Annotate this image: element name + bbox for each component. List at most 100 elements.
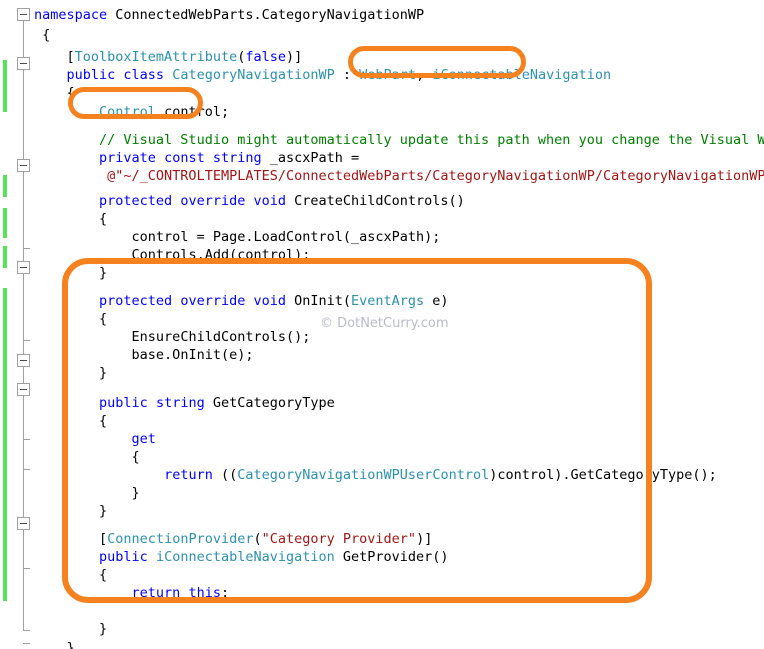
code-token-pln: e) <box>424 293 449 309</box>
code-token-type: iConnectableNavigation <box>155 549 335 565</box>
code-token-pln: Controls.Add(control); <box>131 247 311 263</box>
line-gct-open-brace[interactable]: { <box>99 411 107 431</box>
code-token-kw: protected <box>99 293 181 309</box>
line-oninit[interactable]: protected override void OnInit(EventArgs… <box>99 291 449 311</box>
code-token-pln: GetProvider() <box>334 549 449 565</box>
code-token-pln: } <box>99 265 108 281</box>
code-token-kw: override <box>180 193 254 209</box>
line-base-oninit[interactable]: base.OnInit(e); <box>132 345 254 365</box>
line-ccc-open-brace[interactable]: { <box>99 209 107 229</box>
code-token-pln: base.OnInit(e); <box>131 347 254 363</box>
code-token-pln: { <box>99 567 108 583</box>
code-token-kw: protected <box>99 193 181 209</box>
code-token-type: Control <box>99 104 156 120</box>
code-token-pln: { <box>131 449 140 465</box>
code-token-pln: { <box>99 211 108 227</box>
line-namespace[interactable]: namespace ConnectedWebParts.CategoryNavi… <box>34 5 424 25</box>
line-namespace-open-brace[interactable]: { <box>42 25 50 45</box>
code-token-type: iConnectableNavigation <box>432 67 612 83</box>
line-get-accessor[interactable]: get <box>132 429 156 449</box>
line-class-declaration[interactable]: public class CategoryNavigationWP : WebP… <box>67 65 612 85</box>
code-token-kw: void <box>253 193 295 209</box>
code-token-pln: { <box>66 85 75 101</box>
code-token-type: CategoryNavigationWP <box>172 67 335 83</box>
code-token-pln: _ascxPath = <box>269 150 360 166</box>
line-get-open-brace[interactable]: { <box>132 447 140 467</box>
code-token-type: ToolboxItemAttribute <box>74 49 238 65</box>
code-token-pln: ( <box>253 531 262 547</box>
code-token-pln: control = Page.LoadControl(_ascxPath); <box>131 229 441 245</box>
code-token-pln: } <box>131 485 140 501</box>
code-token-pln: )control).GetCategoryType(); <box>489 467 717 483</box>
code-token-kw: public <box>99 549 156 565</box>
code-token-str: @"~/_CONTROLTEMPLATES/ConnectedWebParts/… <box>107 168 764 184</box>
code-token-pln: )] <box>286 49 303 65</box>
code-token-pln: : <box>334 67 360 83</box>
line-loadcontrol[interactable]: control = Page.LoadControl(_ascxPath); <box>132 227 441 247</box>
code-token-type: CategoryNavigationWPUserControl <box>237 467 490 483</box>
code-token-pln: control; <box>155 104 230 120</box>
code-token-pln: ConnectedWebParts.CategoryNavigationWP <box>115 7 425 23</box>
code-token-pln: [ <box>66 49 75 65</box>
code-token-pln: { <box>99 311 108 327</box>
code-token-pln: OnInit( <box>294 293 352 309</box>
code-token-pln: } <box>66 640 75 649</box>
code-token-pln: { <box>42 27 51 43</box>
line-ensurechildcontrols[interactable]: EnsureChildControls(); <box>132 327 311 347</box>
code-token-pln: } <box>99 621 108 637</box>
line-ascxpath-decl[interactable]: private const string _ascxPath = <box>99 148 359 168</box>
code-token-kw: string <box>155 395 213 411</box>
code-token-kw: this <box>188 585 221 601</box>
code-token-pln: } <box>99 503 108 519</box>
code-editor-pane[interactable]: namespace ConnectedWebParts.CategoryNavi… <box>0 0 764 649</box>
code-token-pln: GetCategoryType <box>212 395 335 411</box>
code-token-kw: get <box>131 431 156 447</box>
line-oninit-open-brace[interactable]: { <box>99 309 107 329</box>
code-token-type: ConnectionProvider <box>107 531 254 547</box>
code-token-kw: return <box>164 467 221 483</box>
code-token-type: EventArgs <box>351 293 425 309</box>
code-token-pln: (( <box>220 467 238 483</box>
line-get-close-brace[interactable]: } <box>132 483 140 503</box>
code-token-pln: [ <box>99 531 108 547</box>
line-return-this[interactable]: return this; <box>132 583 230 603</box>
line-oninit-close-brace[interactable]: } <box>99 363 107 383</box>
code-token-type: WebPart <box>359 67 417 83</box>
code-token-pln: { <box>99 413 108 429</box>
line-gct-close-brace[interactable]: } <box>99 501 107 521</box>
code-token-kw: private <box>99 150 165 166</box>
line-gp-close-brace[interactable]: } <box>99 619 107 639</box>
code-token-kw: public <box>66 67 124 83</box>
code-token-kw: namespace <box>34 7 116 23</box>
line-class-close-brace[interactable]: } <box>67 638 75 649</box>
code-token-pln: ; <box>220 585 230 601</box>
code-token-kw: class <box>123 67 173 83</box>
watermark-label: © DotNetCurry.com <box>320 316 449 331</box>
code-token-kw: void <box>253 293 295 309</box>
code-token-kw: return <box>131 585 189 601</box>
line-return-category[interactable]: return ((CategoryNavigationWPUserControl… <box>164 465 717 485</box>
code-token-kw: public <box>99 395 156 411</box>
line-getcategorytype[interactable]: public string GetCategoryType <box>99 393 335 413</box>
line-ascxpath-value[interactable]: @"~/_CONTROLTEMPLATES/ConnectedWebParts/… <box>107 166 764 186</box>
line-class-open-brace[interactable]: { <box>67 83 75 103</box>
code-token-pln: } <box>99 365 108 381</box>
code-token-pln: )] <box>416 531 433 547</box>
line-comment-vs-path[interactable]: // Visual Studio might automatically upd… <box>99 130 764 150</box>
line-control-field[interactable]: Control control; <box>99 102 229 122</box>
code-token-pln: , <box>416 67 433 83</box>
code-token-str: "Category Provider" <box>261 531 417 547</box>
line-createchildcontrols[interactable]: protected override void CreateChildContr… <box>99 191 465 211</box>
code-token-kw: override <box>180 293 254 309</box>
code-token-kw: const <box>164 150 213 166</box>
line-gp-open-brace[interactable]: { <box>99 565 107 585</box>
code-token-pln: EnsureChildControls(); <box>131 329 311 345</box>
line-connectionprovider[interactable]: [ConnectionProvider("Category Provider")… <box>99 529 432 549</box>
code-token-kw: string <box>212 150 270 166</box>
code-token-kw: false <box>245 49 286 65</box>
line-getprovider[interactable]: public iConnectableNavigation GetProvide… <box>99 547 449 567</box>
line-controls-add[interactable]: Controls.Add(control); <box>132 245 311 265</box>
code-token-pln: CreateChildControls() <box>294 193 465 209</box>
line-toolbox-attribute[interactable]: [ToolboxItemAttribute(false)] <box>67 47 303 67</box>
line-ccc-close-brace[interactable]: } <box>99 263 107 283</box>
